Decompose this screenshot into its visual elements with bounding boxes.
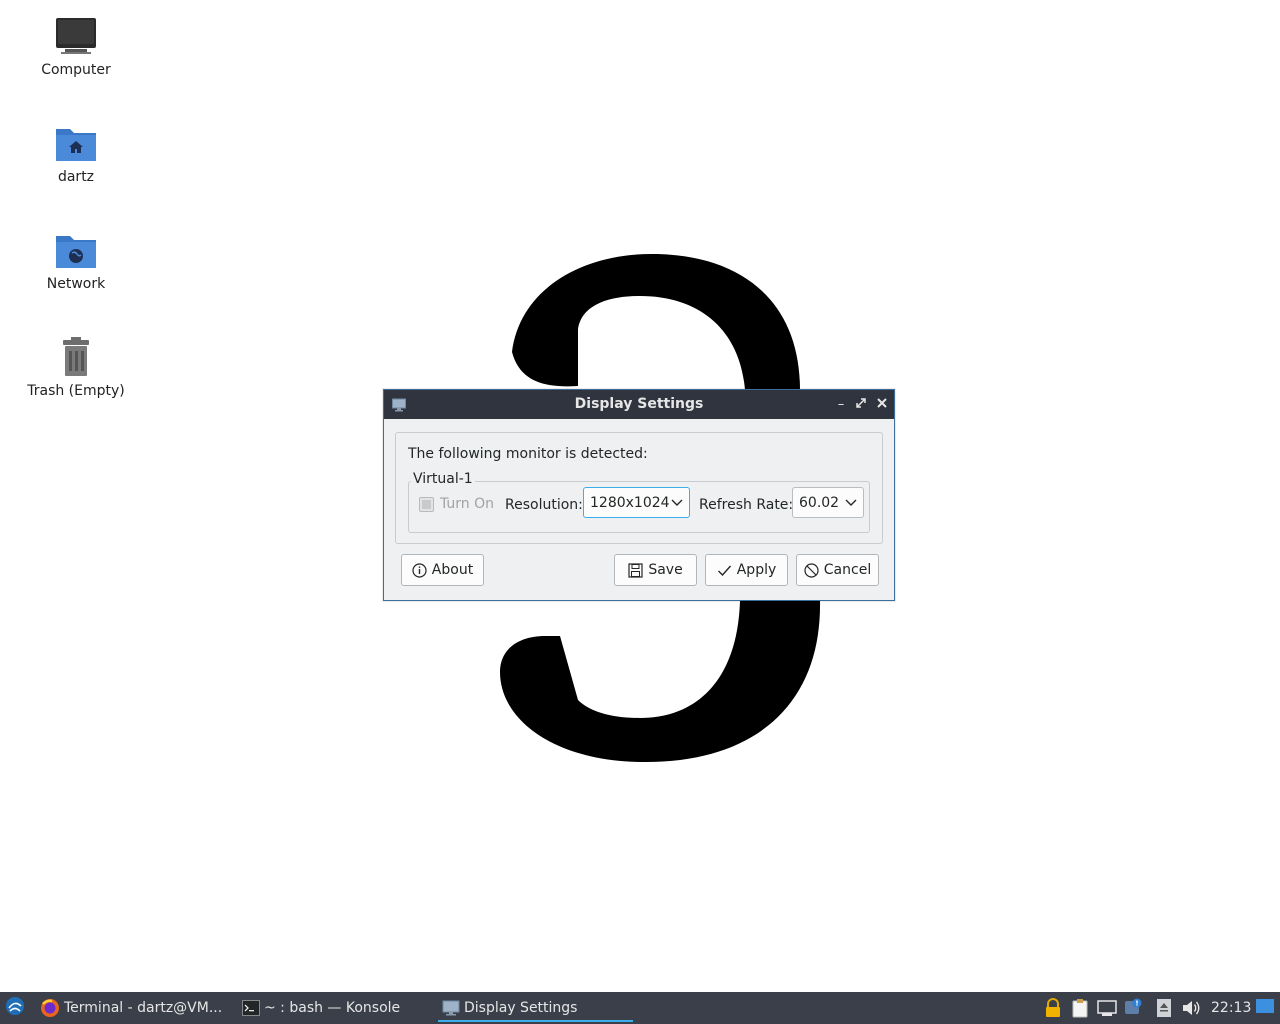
desktop-icon-computer[interactable]: Computer bbox=[11, 14, 141, 78]
volume-icon[interactable] bbox=[1181, 998, 1201, 1018]
terminal-icon bbox=[242, 999, 260, 1017]
refresh-rate-value: 60.02 bbox=[799, 494, 840, 511]
resolution-value: 1280x1024 bbox=[590, 494, 670, 511]
detected-message: The following monitor is detected: bbox=[408, 446, 648, 462]
maximize-button[interactable] bbox=[851, 390, 871, 419]
apply-label: Apply bbox=[736, 562, 777, 578]
info-icon bbox=[412, 562, 427, 578]
about-label: About bbox=[431, 562, 474, 578]
task-terminal[interactable]: Terminal - dartz@VM... bbox=[40, 992, 230, 1024]
lubuntu-logo-icon bbox=[5, 996, 25, 1020]
task-label: ~ : bash — Konsole bbox=[264, 1000, 401, 1016]
computer-icon bbox=[54, 14, 98, 58]
start-menu-button[interactable] bbox=[5, 996, 25, 1020]
task-label: Display Settings bbox=[464, 1000, 578, 1016]
maximize-icon bbox=[856, 397, 866, 412]
lock-icon[interactable] bbox=[1043, 998, 1063, 1018]
desktop-icon-home[interactable]: dartz bbox=[11, 121, 141, 185]
desktop-icon-label: Computer bbox=[41, 62, 111, 78]
task-konsole[interactable]: ~ : bash — Konsole bbox=[242, 992, 427, 1024]
turn-on-label: Turn On bbox=[440, 496, 495, 512]
checkmark-icon bbox=[717, 563, 732, 578]
refresh-rate-select[interactable]: 60.02 bbox=[792, 487, 864, 518]
chevron-down-icon bbox=[671, 496, 683, 512]
task-label: Terminal - dartz@VM... bbox=[64, 1000, 223, 1016]
display-settings-dialog: Display Settings – The following monitor… bbox=[383, 389, 895, 601]
network-icon[interactable] bbox=[1097, 998, 1117, 1018]
desktop-icon-label: Network bbox=[46, 276, 106, 292]
cancel-button[interactable]: Cancel bbox=[796, 554, 879, 586]
monitor-group-box: Turn On Resolution: 1280x1024 Refresh Ra… bbox=[408, 481, 870, 533]
chevron-down-icon bbox=[845, 496, 857, 512]
desktop-icon-trash[interactable]: Trash (Empty) bbox=[11, 335, 141, 399]
about-button[interactable]: About bbox=[401, 554, 484, 586]
clock[interactable]: 22:13 bbox=[1211, 992, 1251, 1024]
dialog-titlebar[interactable]: Display Settings – bbox=[384, 390, 894, 419]
task-display-settings[interactable]: Display Settings bbox=[438, 992, 633, 1024]
dialog-title: Display Settings bbox=[574, 396, 704, 412]
turn-on-checkbox[interactable]: Turn On bbox=[419, 496, 494, 512]
minimize-icon: – bbox=[837, 397, 845, 412]
desktop-icon-label: Trash (Empty) bbox=[27, 383, 125, 399]
eject-icon[interactable] bbox=[1154, 998, 1174, 1018]
apply-button[interactable]: Apply bbox=[705, 554, 788, 586]
desktop-icon-network[interactable]: Network bbox=[11, 228, 141, 292]
cancel-icon bbox=[804, 562, 819, 578]
resolution-select[interactable]: 1280x1024 bbox=[583, 487, 690, 518]
refresh-rate-label: Refresh Rate: bbox=[699, 497, 794, 513]
monitor-detection-group: The following monitor is detected: Turn … bbox=[395, 432, 883, 544]
network-folder-icon bbox=[54, 228, 98, 272]
minimize-button[interactable]: – bbox=[831, 390, 851, 419]
save-button[interactable]: Save bbox=[614, 554, 697, 586]
monitor-name: Virtual-1 bbox=[411, 471, 475, 487]
desktop-icon-label: dartz bbox=[57, 169, 95, 185]
close-icon bbox=[877, 397, 887, 412]
monitor-icon bbox=[442, 999, 460, 1017]
firefox-icon bbox=[40, 998, 60, 1018]
taskbar: Terminal - dartz@VM... ~ : bash — Konsol… bbox=[0, 992, 1280, 1024]
show-desktop-button[interactable] bbox=[1255, 998, 1275, 1018]
save-label: Save bbox=[648, 562, 683, 578]
show-desktop-icon bbox=[1255, 997, 1275, 1019]
clipboard-icon[interactable] bbox=[1070, 998, 1090, 1018]
notification-icon[interactable] bbox=[1124, 998, 1144, 1018]
cancel-label: Cancel bbox=[823, 562, 872, 578]
resolution-label: Resolution: bbox=[505, 497, 583, 513]
trash-icon bbox=[54, 335, 98, 379]
checkbox-box bbox=[419, 496, 434, 512]
home-folder-icon bbox=[54, 121, 98, 165]
close-button[interactable] bbox=[872, 390, 892, 419]
save-icon bbox=[628, 562, 643, 578]
